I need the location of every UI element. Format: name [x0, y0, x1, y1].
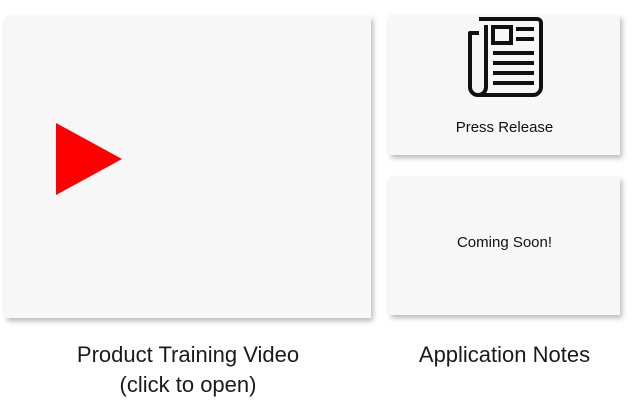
application-notes-caption: Application Notes: [418, 342, 591, 367]
press-release-label: Press Release: [455, 119, 554, 136]
application-notes-card: Coming Soon!: [389, 177, 620, 315]
video-caption-title: Product Training Video: [76, 342, 300, 367]
play-icon[interactable]: [56, 123, 122, 195]
press-release-card[interactable]: Press Release: [389, 15, 620, 155]
coming-soon-label: Coming Soon!: [456, 234, 553, 251]
video-caption: Product Training Video (click to open): [5, 340, 371, 400]
newspaper-icon: [468, 17, 543, 97]
video-caption-hint: (click to open): [119, 372, 257, 397]
product-training-video-card[interactable]: [5, 16, 371, 318]
